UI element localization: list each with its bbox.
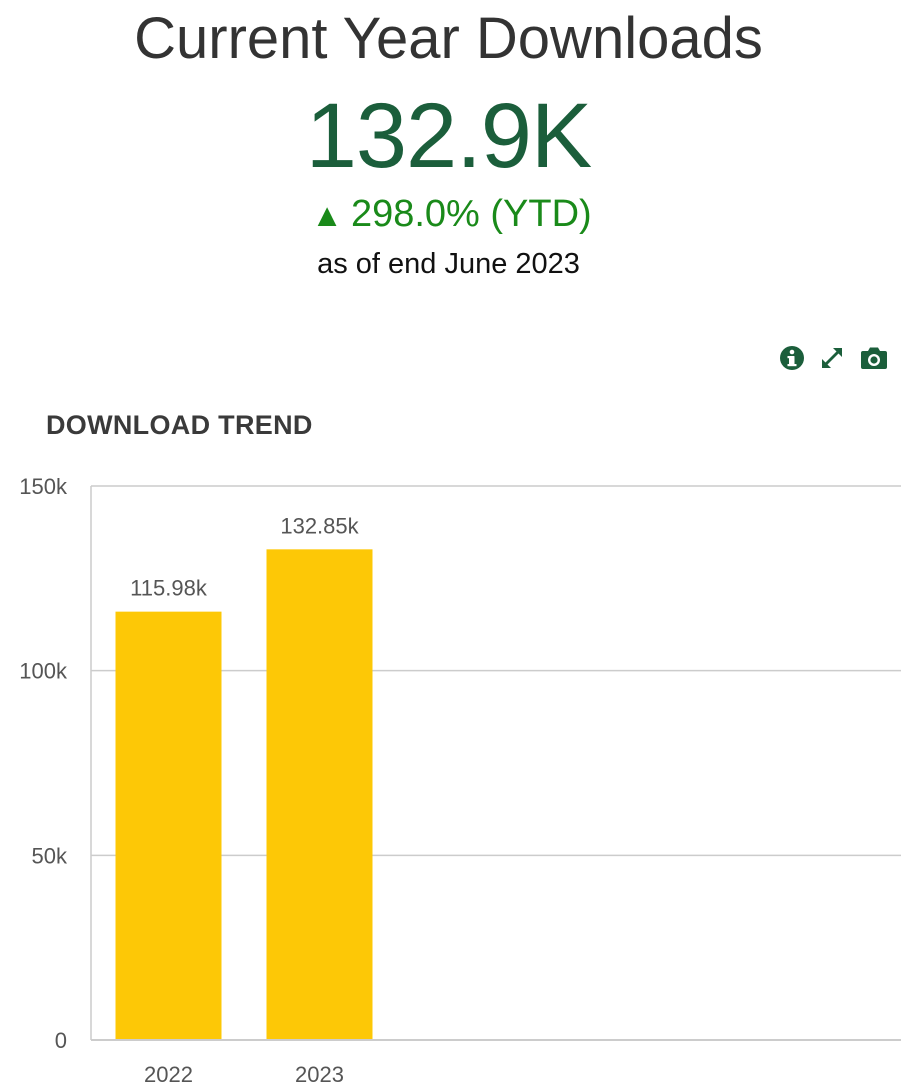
bar-value-label: 132.85k xyxy=(280,513,359,538)
y-tick-label: 0 xyxy=(55,1028,67,1053)
bar-value-label: 115.98k xyxy=(130,576,208,601)
dashboard-panel: Current Year Downloads 132.9K ▲ 298.0% (Y… xyxy=(0,0,921,1091)
bar-2023 xyxy=(266,549,373,1040)
y-tick-label: 100k xyxy=(19,659,68,684)
bar-chart: 0 50k 100k 150k 115.98k 2022 132.85k 2023 xyxy=(19,474,901,1087)
x-tick-label: 2022 xyxy=(144,1062,193,1087)
bar-2022 xyxy=(115,611,222,1040)
x-tick-label: 2023 xyxy=(295,1062,344,1087)
y-tick-label: 50k xyxy=(32,843,68,868)
y-tick-label: 150k xyxy=(19,474,68,499)
